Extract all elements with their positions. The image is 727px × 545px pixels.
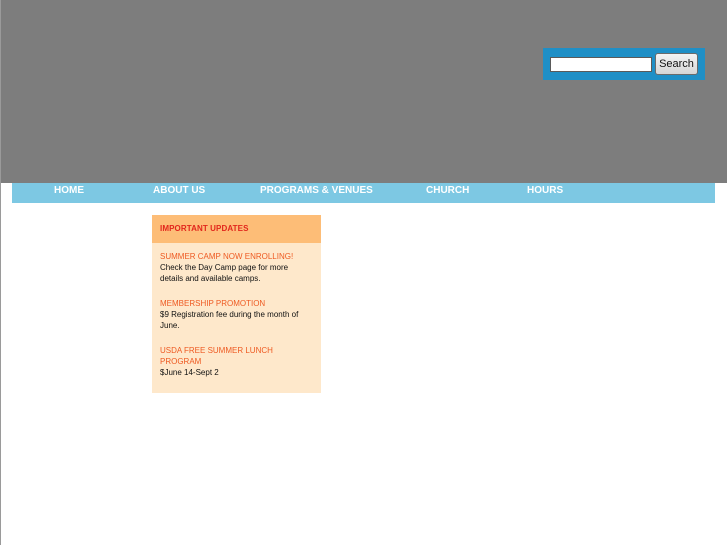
site-header: Search bbox=[1, 0, 727, 183]
update-text: $9 Registration fee during the month of … bbox=[160, 310, 299, 330]
nav-item-hours[interactable]: HOURS bbox=[527, 183, 563, 199]
update-item: MEMBERSHIP PROMOTION $9 Registration fee… bbox=[160, 298, 313, 331]
important-updates-panel: IMPORTANT UPDATES SUMMER CAMP NOW ENROLL… bbox=[152, 215, 321, 393]
update-item: SUMMER CAMP NOW ENROLLING! Check the Day… bbox=[160, 251, 313, 284]
updates-list: SUMMER CAMP NOW ENROLLING! Check the Day… bbox=[152, 243, 321, 378]
search-button[interactable]: Search bbox=[655, 53, 698, 75]
nav-item-church[interactable]: CHURCH bbox=[426, 183, 469, 199]
update-title-summer-lunch[interactable]: USDA FREE SUMMER LUNCH PROGRAM bbox=[160, 345, 313, 367]
updates-heading: IMPORTANT UPDATES bbox=[152, 215, 321, 243]
update-item: USDA FREE SUMMER LUNCH PROGRAM $June 14-… bbox=[160, 345, 313, 378]
main-nav: HOME ABOUT US PROGRAMS & VENUES CHURCH H… bbox=[12, 183, 715, 203]
page: Search HOME ABOUT US PROGRAMS & VENUES C… bbox=[0, 0, 727, 545]
nav-item-about-us[interactable]: ABOUT US bbox=[153, 183, 205, 199]
nav-item-home[interactable]: HOME bbox=[54, 183, 84, 199]
update-title-membership-promotion[interactable]: MEMBERSHIP PROMOTION bbox=[160, 298, 313, 309]
nav-item-programs-venues[interactable]: PROGRAMS & VENUES bbox=[260, 183, 373, 199]
search-input[interactable] bbox=[550, 57, 652, 72]
update-title-summer-camp[interactable]: SUMMER CAMP NOW ENROLLING! bbox=[160, 251, 313, 262]
update-text: Check the Day Camp page for more details… bbox=[160, 263, 289, 283]
update-text: $June 14-Sept 2 bbox=[160, 368, 219, 377]
search-form: Search bbox=[543, 48, 705, 80]
